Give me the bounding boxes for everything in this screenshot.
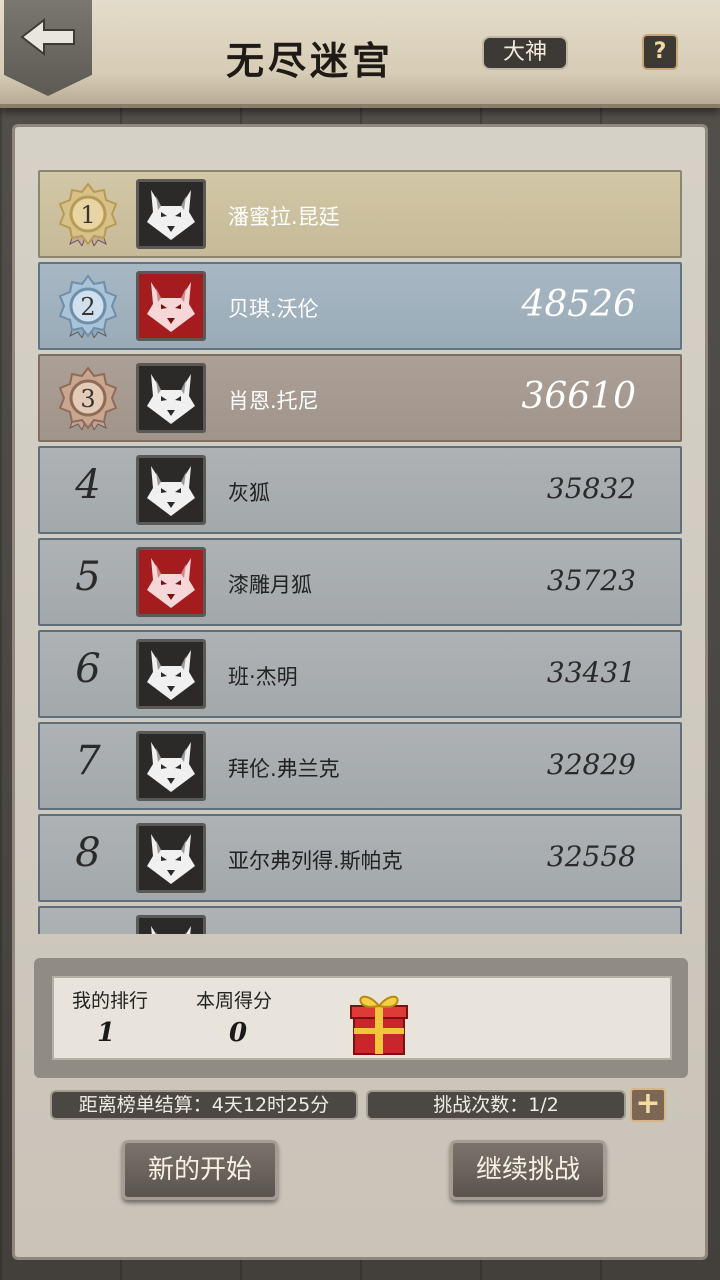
player-score: 35832 [546, 472, 636, 505]
svg-text:3: 3 [80, 385, 95, 413]
rank-number: 5 [75, 554, 101, 600]
wolf-avatar-icon[interactable] [136, 455, 206, 525]
player-name: 潘蜜拉.昆廷 [228, 205, 340, 229]
leaderboard-row[interactable] [38, 906, 682, 934]
leaderboard-row[interactable]: 6 班·杰明 33431 [38, 630, 682, 718]
wolf-avatar-icon[interactable] [136, 915, 206, 934]
leaderboard-row[interactable]: 1 潘蜜拉.昆廷 [38, 170, 682, 258]
plus-icon: + [635, 1086, 661, 1121]
player-score: 48526 [521, 284, 636, 325]
player-name: 亚尔弗列得.斯帕克 [228, 849, 403, 873]
player-name: 贝琪.沃伦 [228, 297, 319, 321]
wolf-avatar-icon[interactable] [136, 547, 206, 617]
player-name: 班·杰明 [228, 665, 298, 689]
player-score: 33431 [546, 656, 636, 689]
wolf-avatar-icon[interactable] [136, 179, 206, 249]
header-bar: 无尽迷宫 大神 ? [0, 0, 720, 108]
rank-medal-icon: 3 [56, 366, 120, 432]
gift-box-icon[interactable] [348, 988, 410, 1056]
player-name: 拜伦.弗兰克 [228, 757, 340, 781]
help-button[interactable]: ? [642, 34, 678, 70]
rank-number: 7 [75, 738, 101, 784]
wolf-avatar-icon[interactable] [136, 639, 206, 709]
leaderboard-row[interactable]: 5 漆雕月狐 35723 [38, 538, 682, 626]
player-name: 肖恩.托尼 [228, 389, 319, 413]
my-rank-value: 1 [96, 1018, 116, 1048]
wolf-avatar-icon[interactable] [136, 271, 206, 341]
player-name: 漆雕月狐 [228, 573, 312, 597]
rank-number: 8 [75, 830, 101, 876]
my-score-label: 本周得分 [196, 990, 273, 1012]
player-name: 灰狐 [228, 481, 270, 505]
rank-number: 6 [75, 646, 101, 692]
wolf-avatar-icon[interactable] [136, 731, 206, 801]
wolf-avatar-icon[interactable] [136, 823, 206, 893]
wolf-avatar-icon[interactable] [136, 363, 206, 433]
add-challenge-button[interactable]: + [630, 1088, 666, 1122]
my-score-value: 0 [228, 1018, 248, 1048]
leaderboard-row[interactable]: 4 灰狐 35832 [38, 446, 682, 534]
leaderboard-row[interactable]: 7 拜伦.弗兰克 32829 [38, 722, 682, 810]
player-score: 32829 [546, 748, 636, 781]
rank-medal-icon: 2 [56, 274, 120, 340]
rank-number: 4 [75, 462, 101, 508]
svg-text:2: 2 [80, 293, 95, 321]
settlement-timer: 距离榜单结算：4天12时25分 [50, 1090, 358, 1120]
leaderboard-list[interactable]: 1 潘蜜拉.昆廷 2 贝琪.沃伦 48526 3 肖恩.托尼 36610 4 灰… [38, 170, 682, 934]
page-title: 无尽迷宫 [225, 38, 394, 83]
continue-challenge-button[interactable]: 继续挑战 [450, 1140, 606, 1200]
difficulty-badge[interactable]: 大神 [482, 36, 568, 70]
leaderboard-row[interactable]: 2 贝琪.沃伦 48526 [38, 262, 682, 350]
my-rank-label: 我的排行 [72, 990, 149, 1012]
rank-medal-icon: 1 [56, 182, 120, 248]
leaderboard-row[interactable]: 8 亚尔弗列得.斯帕克 32558 [38, 814, 682, 902]
svg-text:1: 1 [80, 201, 95, 229]
new-start-button[interactable]: 新的开始 [122, 1140, 278, 1200]
player-score: 35723 [546, 564, 636, 597]
player-score: 36610 [521, 376, 636, 417]
player-score: 32558 [546, 840, 636, 873]
challenge-count: 挑战次数：1/2 [366, 1090, 626, 1120]
leaderboard-row[interactable]: 3 肖恩.托尼 36610 [38, 354, 682, 442]
